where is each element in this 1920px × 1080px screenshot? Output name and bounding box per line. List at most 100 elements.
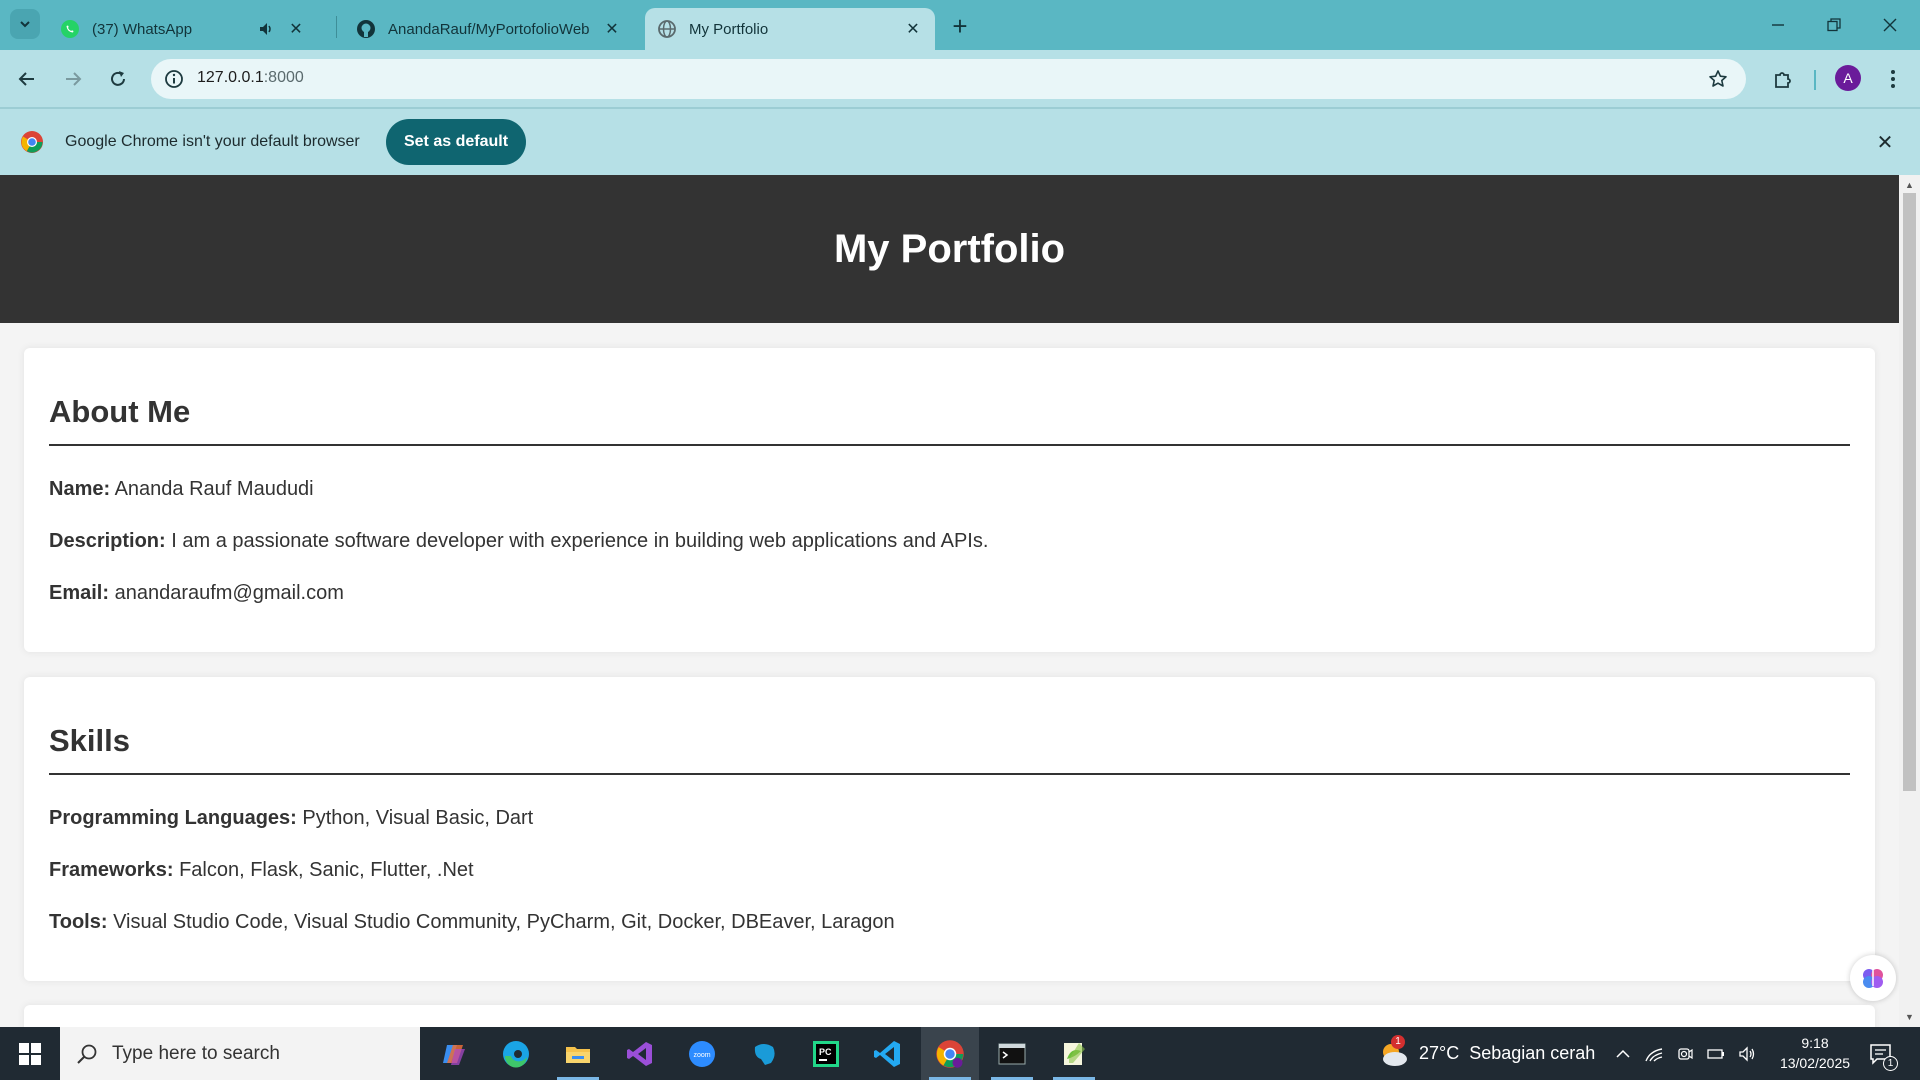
field-label: Tools: [49,911,108,933]
skills-languages: Programming Languages: Python, Visual Ba… [49,807,1850,829]
tab-my-portfolio[interactable]: My Portfolio ✕ [645,8,935,50]
taskbar-search-box[interactable]: Type here to search [60,1027,420,1080]
copilot-icon [443,1044,465,1065]
bookmark-star-icon[interactable] [1706,67,1730,91]
chevron-down-icon [20,21,30,28]
page-viewport: My Portfolio About Me Name: Ananda Rauf … [0,175,1899,1027]
tab-divider [336,16,337,38]
scrollbar-thumb[interactable] [1903,193,1916,791]
skills-tools: Tools: Visual Studio Code, Visual Studio… [49,911,1850,933]
taskbar-app-file-explorer[interactable] [549,1027,607,1080]
taskbar-clock[interactable]: 9:18 13/02/2025 [1765,1033,1865,1073]
close-icon[interactable]: ✕ [286,19,306,39]
globe-icon [657,19,677,39]
url-text: 127.0.0.1:8000 [197,69,304,87]
file-explorer-icon [566,1046,590,1063]
section-heading: Skills [49,677,1850,775]
meet-now-icon[interactable] [1676,1045,1694,1063]
tab-strip: (37) WhatsApp ✕ AnandaRauf/MyPortofolioW… [0,0,1920,50]
network-icon[interactable] [1644,1045,1664,1063]
taskbar-app-pycharm[interactable]: PC [797,1027,855,1080]
weather-widget[interactable]: 1 27°C Sebagian cerah [1377,1027,1595,1080]
weather-badge: 1 [1391,1034,1405,1049]
skills-section: Skills Programming Languages: Python, Vi… [24,677,1875,981]
page-scrollbar[interactable]: ▲ ▼ [1899,175,1920,1027]
taskbar-app-chrome[interactable] [921,1027,979,1080]
close-icon [1883,18,1897,32]
close-window-button[interactable] [1862,0,1918,50]
notification-center-button[interactable]: 1 [1866,1039,1898,1071]
windows-logo-icon [19,1042,41,1065]
pycharm-icon: PC [813,1040,839,1067]
field-value: Python, Visual Basic, Dart [302,807,534,829]
new-tab-button[interactable]: + [946,12,974,40]
field-label: Description: [49,530,166,552]
back-button[interactable] [10,62,44,96]
forward-button[interactable] [56,62,90,96]
taskbar-app-mysql-workbench[interactable] [735,1027,793,1080]
site-header: My Portfolio [0,175,1899,323]
restore-button[interactable] [1806,0,1862,50]
search-icon [77,1044,97,1064]
taskbar-app-vscode[interactable] [859,1027,917,1080]
set-as-default-button[interactable]: Set as default [386,119,526,165]
reload-icon [111,71,125,86]
next-section [24,1005,1875,1027]
close-icon[interactable]: ✕ [1872,129,1898,155]
github-icon [356,19,376,39]
toolbar-divider [1814,70,1816,90]
notification-count: 1 [1883,1056,1898,1071]
chrome-logo-icon [21,131,43,153]
clock-date: 13/02/2025 [1779,1055,1851,1071]
whatsapp-icon [60,19,80,39]
scroll-up-arrow-icon[interactable]: ▲ [1899,177,1920,193]
tab-whatsapp[interactable]: (37) WhatsApp ✕ [48,8,318,50]
chevron-up-icon[interactable] [1614,1045,1632,1063]
field-value: Visual Studio Code, Visual Studio Commun… [113,911,895,933]
address-bar[interactable]: 127.0.0.1:8000 [151,59,1746,99]
skills-frameworks: Frameworks: Falcon, Flask, Sanic, Flutte… [49,859,1850,881]
taskbar-app-terminal[interactable] [983,1027,1041,1080]
brain-icon [1863,969,1883,988]
battery-icon[interactable] [1706,1045,1726,1063]
tab-title: AnandaRauf/MyPortofolioWeb [388,20,590,38]
assistant-floating-button[interactable] [1850,955,1896,1001]
minimize-icon [1772,24,1784,26]
start-button[interactable] [0,1027,60,1080]
minimize-button[interactable] [1750,0,1806,50]
edge-icon [503,1040,529,1068]
chrome-menu-button[interactable] [1876,62,1910,96]
default-browser-infobar: Google Chrome isn't your default browser… [0,107,1920,175]
windows-taskbar: Type here to search zoom PC 1 27°C Sebag… [0,1027,1920,1080]
scroll-down-arrow-icon[interactable]: ▼ [1899,1009,1920,1025]
about-description: Description: I am a passionate software … [49,530,1850,552]
browser-toolbar: 127.0.0.1:8000 A [0,50,1920,107]
close-icon[interactable]: ✕ [602,19,622,39]
infobar-message: Google Chrome isn't your default browser [65,133,360,150]
taskbar-app-visual-studio[interactable] [611,1027,669,1080]
field-label: Name: [49,478,111,500]
arrow-right-icon [66,72,82,86]
tab-search-button[interactable] [10,9,40,39]
restore-icon [1827,18,1841,32]
field-label: Frameworks: [49,859,174,881]
arrow-left-icon [18,72,34,86]
field-value: I am a passionate software developer wit… [171,530,989,552]
speaker-icon[interactable] [256,19,276,39]
extensions-button[interactable] [1766,62,1800,96]
visual-studio-icon [627,1041,652,1066]
taskbar-app-zoom[interactable]: zoom [673,1027,731,1080]
reload-button[interactable] [101,62,135,96]
tab-github[interactable]: AnandaRauf/MyPortofolioWeb ✕ [344,8,634,50]
taskbar-app-copilot[interactable] [425,1027,483,1080]
clock-time: 9:18 [1801,1035,1829,1051]
taskbar-app-edge[interactable] [487,1027,545,1080]
volume-icon[interactable] [1738,1045,1758,1063]
mysql-workbench-icon [754,1043,775,1065]
profile-avatar[interactable]: A [1835,65,1861,91]
field-value: anandaraufm@gmail.com [114,582,344,604]
taskbar-app-notepad-plus[interactable] [1045,1027,1103,1080]
tab-title: (37) WhatsApp [92,20,193,38]
site-info-icon[interactable] [159,64,189,94]
close-icon[interactable]: ✕ [903,19,923,39]
